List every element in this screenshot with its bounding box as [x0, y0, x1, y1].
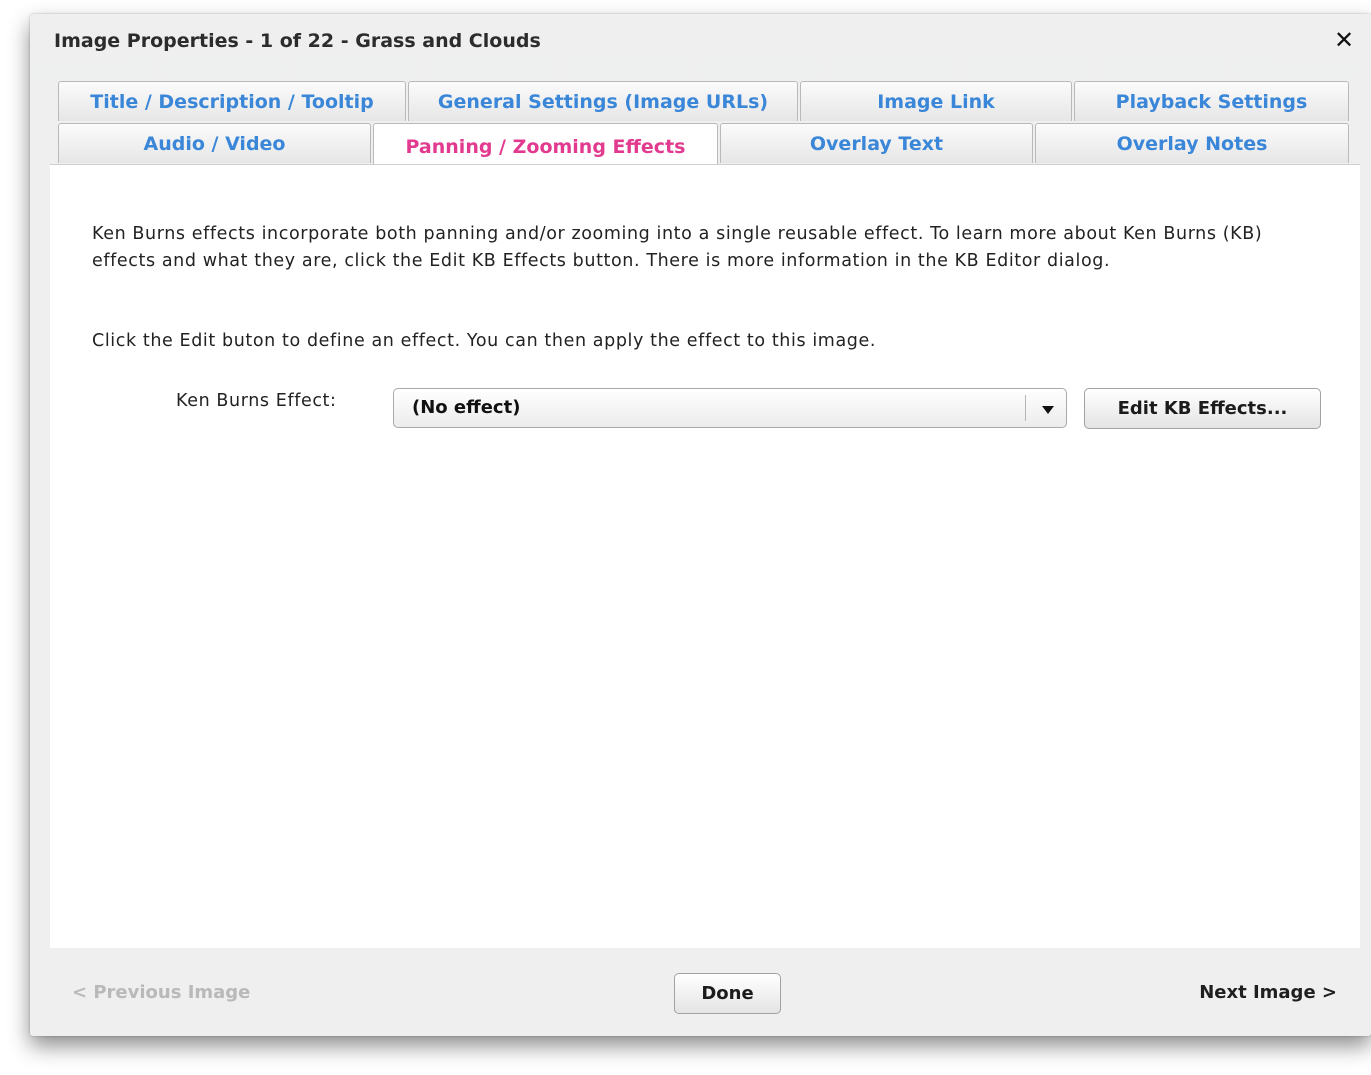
- tab-panning-zooming-effects[interactable]: Panning / Zooming Effects: [373, 123, 718, 169]
- next-image-link[interactable]: Next Image >: [1199, 982, 1337, 1003]
- done-button[interactable]: Done: [674, 973, 781, 1014]
- dialog-title: Image Properties - 1 of 22 - Grass and C…: [54, 30, 541, 52]
- kb-effect-select-value: (No effect): [412, 397, 521, 418]
- kb-effect-label: Ken Burns Effect:: [176, 391, 337, 411]
- close-icon[interactable]: ✕: [1331, 26, 1357, 54]
- tab-playback-settings[interactable]: Playback Settings: [1074, 81, 1349, 121]
- tab-title-description-tooltip[interactable]: Title / Description / Tooltip: [58, 81, 406, 121]
- tab-overlay-notes[interactable]: Overlay Notes: [1035, 123, 1349, 163]
- kb-description: Ken Burns effects incorporate both panni…: [92, 224, 1263, 271]
- tab-row-1: Title / Description / Tooltip General Se…: [58, 81, 1351, 121]
- tab-image-link[interactable]: Image Link: [800, 81, 1072, 121]
- previous-image-link: < Previous Image: [72, 982, 251, 1003]
- image-properties-dialog: Image Properties - 1 of 22 - Grass and C…: [30, 14, 1371, 1036]
- chevron-down-icon[interactable]: [1042, 406, 1054, 414]
- kb-effect-select[interactable]: (No effect): [393, 388, 1067, 428]
- tab-overlay-text[interactable]: Overlay Text: [720, 123, 1033, 163]
- select-separator: [1025, 395, 1026, 421]
- tab-row-2: Audio / Video Panning / Zooming Effects …: [58, 123, 1351, 169]
- tab-content-panel: Ken Burns effects incorporate both panni…: [50, 164, 1360, 948]
- tab-audio-video[interactable]: Audio / Video: [58, 123, 371, 163]
- edit-kb-effects-button[interactable]: Edit KB Effects...: [1084, 388, 1321, 429]
- tab-general-settings[interactable]: General Settings (Image URLs): [408, 81, 798, 121]
- kb-instruction: Click the Edit buton to define an effect…: [92, 331, 877, 351]
